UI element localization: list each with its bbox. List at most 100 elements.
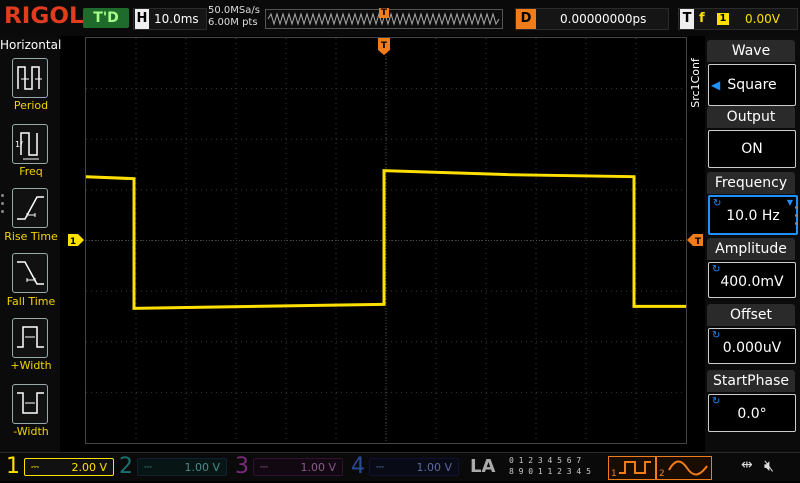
channel-bar: 1 ⎓ 2.00 V 2 ⎓ 1.00 V 3 ⎓ 1.00 V 4 ⎓ 1.0… (0, 452, 800, 481)
source2-number: 2 (659, 469, 665, 479)
measure-period-button[interactable] (12, 58, 48, 98)
freq-label: Freq (19, 165, 43, 178)
trigger-position-top-marker[interactable]: T (378, 38, 390, 56)
amplitude-value: 400.0mV (720, 274, 784, 290)
measure-positive-width-button[interactable] (12, 318, 48, 358)
trigger-tag: T (680, 9, 694, 29)
ch4-number[interactable]: 4 (351, 455, 365, 479)
src1conf-label: Src1Conf (689, 57, 702, 108)
source1-number: 1 (611, 469, 617, 479)
knob-icon: ↻ (713, 198, 722, 209)
dc-coupling-icon: ⎓ (260, 462, 268, 473)
negative-width-icon (17, 392, 44, 414)
offset-value: 0.000uV (722, 340, 782, 356)
ch2-scale-value: 1.00 V (184, 461, 220, 474)
sine-wave-icon (668, 460, 708, 476)
ch3-scale[interactable]: ⎓ 1.00 V (253, 458, 343, 476)
waveform-display[interactable] (85, 37, 687, 444)
positive-width-label: +Width (10, 359, 52, 372)
menu-scroll-dots-icon (795, 206, 799, 230)
frequency-title: Frequency (707, 172, 795, 194)
fall-time-label: Fall Time (6, 295, 56, 308)
rigol-logo: RIGOL (4, 4, 84, 29)
trigger-top-marker-text: T (381, 41, 388, 51)
startphase-field[interactable]: ↻ 0.0° (708, 394, 796, 432)
fall-time-icon (17, 261, 44, 285)
startphase-title: StartPhase (707, 370, 795, 392)
rising-edge-icon: f (699, 11, 705, 26)
dc-coupling-icon: ⎓ (376, 462, 384, 473)
ch2-number[interactable]: 2 (119, 455, 133, 479)
svg-text:1/: 1/ (15, 140, 23, 149)
wave-title: Wave (707, 40, 795, 62)
period-label: Period (13, 99, 49, 112)
delay-value: 0.00000000ps (560, 12, 647, 26)
period-icon (17, 66, 42, 90)
trigger-position-marker[interactable]: T (379, 8, 389, 18)
ch4-scale[interactable]: ⎓ 1.00 V (369, 458, 459, 476)
source2-button[interactable]: 2 (656, 456, 712, 480)
frequency-value: 10.0 Hz (726, 208, 780, 224)
ch2-scale[interactable]: ⎓ 1.00 V (137, 458, 227, 476)
offset-title: Offset (707, 304, 795, 326)
ch1-marker-text: 1 (70, 237, 76, 246)
speaker-muted-icon[interactable]: 🔇︎ (764, 456, 774, 476)
measure-fall-time-button[interactable] (12, 253, 48, 293)
measure-sidebar: Horizontal Period 1/ Freq Rise Time Fall… (0, 36, 62, 452)
knob-icon: ↻ (712, 264, 721, 275)
amplitude-field[interactable]: ↻ 400.0mV (708, 262, 796, 298)
trigger-settings[interactable]: T f 1 0.00V (678, 8, 798, 30)
graticule (85, 38, 686, 443)
output-title: Output (707, 106, 795, 128)
top-bar: RIGOL T'D H 10.0ms 50.0MSa/s 6.00M pts T… (0, 0, 800, 36)
frequency-icon: 1/ (15, 132, 39, 160)
svg-text:Src1Conf: Src1Conf (689, 57, 702, 108)
trigger-level-marker-text: T (695, 237, 702, 246)
measure-rise-time-button[interactable] (12, 188, 48, 228)
adjust-indicator-icon: ▼ (786, 198, 793, 207)
negative-width-label: -Width (13, 425, 49, 438)
sidebar-title: Horizontal (0, 38, 62, 52)
horizontal-tag: H (135, 9, 149, 29)
dc-coupling-icon: ⎓ (31, 462, 39, 473)
ch3-number[interactable]: 3 (235, 455, 249, 479)
la-bits-row-1: 0 1 2 3 4 5 6 7 (509, 456, 582, 465)
la-channel-status: 0 1 2 3 4 5 6 7 8 9 0 1 1 2 3 4 5 (509, 455, 591, 477)
ch1-scale-value: 2.00 V (71, 461, 107, 474)
horizontal-timebase[interactable]: H 10.0ms (133, 8, 207, 30)
amplitude-title: Amplitude (707, 238, 795, 260)
horizontal-delay[interactable]: D 0.00000000ps (515, 8, 669, 30)
measure-freq-button[interactable]: 1/ (12, 124, 48, 164)
output-value: ON (741, 141, 763, 157)
ch1-scale[interactable]: ⎓ 2.00 V (24, 458, 114, 476)
dc-coupling-icon: ⎓ (144, 462, 152, 473)
wave-value: Square (727, 77, 777, 93)
measure-negative-width-button[interactable] (12, 384, 48, 424)
wave-selector[interactable]: ◀ Square (708, 64, 796, 106)
la-button[interactable]: LA (470, 457, 495, 477)
positive-width-icon (17, 326, 44, 348)
trigger-level-marker[interactable]: T (687, 234, 703, 246)
timebase-value: 10.0ms (154, 12, 199, 26)
sample-rate: 50.0MSa/s (208, 5, 260, 16)
trigger-status-badge: T'D (83, 8, 129, 28)
ch1-offset-marker[interactable]: 1 (68, 234, 84, 246)
source1-button[interactable]: 1 (608, 456, 656, 480)
memory-depth: 6.00M pts (208, 17, 258, 28)
knob-icon: ↻ (712, 396, 721, 407)
offset-field[interactable]: ↻ 0.000uV (708, 328, 796, 364)
rise-time-icon (17, 196, 44, 220)
knob-icon: ↻ (712, 330, 721, 341)
trigger-source-badge: 1 (717, 13, 729, 25)
delay-tag: D (516, 9, 536, 29)
trigger-level: 0.00V (745, 12, 780, 26)
rise-time-label: Rise Time (4, 230, 58, 243)
left-arrow-icon: ◀ (711, 78, 721, 92)
startphase-value: 0.0° (737, 406, 767, 422)
ch3-scale-value: 1.00 V (300, 461, 336, 474)
scroll-dots-icon (1, 194, 5, 218)
frequency-field[interactable]: ↻ ▼ 10.0 Hz (708, 195, 798, 235)
output-toggle[interactable]: ON (708, 130, 796, 168)
ch4-scale-value: 1.00 V (416, 461, 452, 474)
ch1-number[interactable]: 1 (6, 455, 20, 479)
